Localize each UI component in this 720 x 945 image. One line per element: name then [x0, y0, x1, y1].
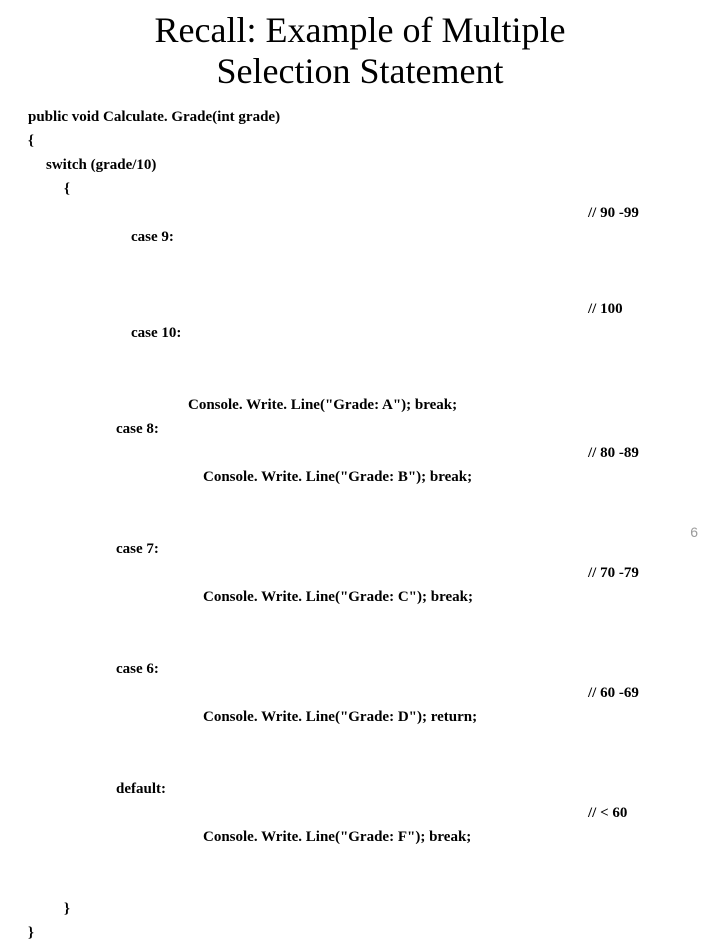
title-line-2: Selection Statement — [217, 51, 504, 91]
code-line: case 6: — [28, 657, 692, 681]
code-comment: // < 60 — [588, 801, 627, 825]
code-statement: Console. Write. Line("Grade: C"); break; — [203, 589, 473, 605]
case-label: case 9: — [131, 229, 174, 245]
code-statement: Console. Write. Line("Grade: F"); break; — [203, 829, 471, 845]
page-number: 6 — [690, 524, 698, 540]
code-line: Console. Write. Line("Grade: F"); break;… — [28, 801, 692, 897]
code-block: public void Calculate. Grade(int grade) … — [28, 105, 692, 945]
code-comment: // 80 -89 — [588, 441, 639, 465]
code-line: public void Calculate. Grade(int grade) — [28, 105, 692, 129]
code-line: switch (grade/10) — [28, 153, 692, 177]
code-line: case 9: // 90 -99 — [28, 201, 692, 297]
code-line: Console. Write. Line("Grade: A"); break; — [28, 393, 692, 417]
code-line: } — [28, 897, 692, 921]
code-line: } — [28, 921, 692, 945]
code-line: case 10: // 100 — [28, 297, 692, 393]
code-comment: // 100 — [588, 297, 623, 321]
code-line: { — [28, 129, 692, 153]
title-line-1: Recall: Example of Multiple — [155, 10, 566, 50]
slide-title: Recall: Example of Multiple Selection St… — [0, 10, 720, 93]
code-statement: Console. Write. Line("Grade: D"); return… — [203, 709, 477, 725]
code-line: Console. Write. Line("Grade: B"); break;… — [28, 441, 692, 537]
code-line: case 7: — [28, 537, 692, 561]
code-line: case 8: — [28, 417, 692, 441]
code-line: Console. Write. Line("Grade: D"); return… — [28, 681, 692, 777]
code-comment: // 90 -99 — [588, 201, 639, 225]
code-comment: // 70 -79 — [588, 561, 639, 585]
code-statement: Console. Write. Line("Grade: B"); break; — [203, 469, 472, 485]
code-line: Console. Write. Line("Grade: C"); break;… — [28, 561, 692, 657]
case-label: case 10: — [131, 325, 181, 341]
code-line: { — [28, 177, 692, 201]
code-comment: // 60 -69 — [588, 681, 639, 705]
code-line: default: — [28, 777, 692, 801]
